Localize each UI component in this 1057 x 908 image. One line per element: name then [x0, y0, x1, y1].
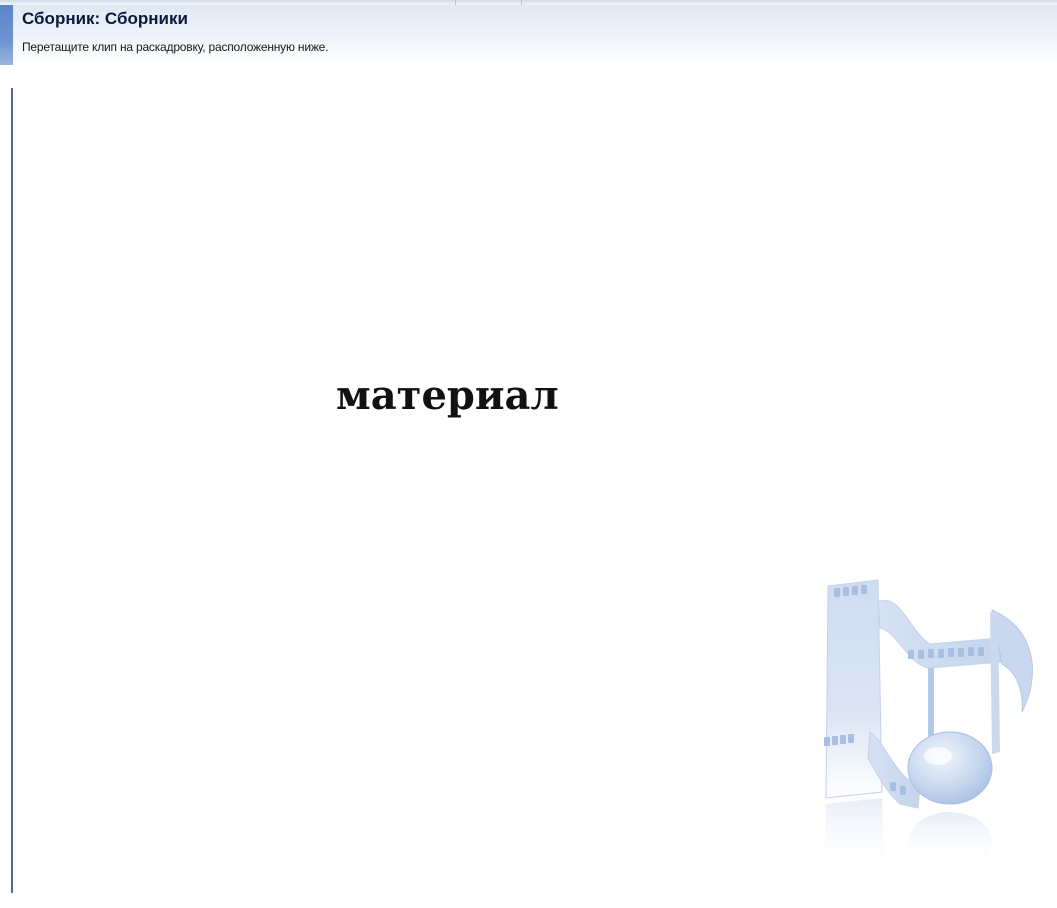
pane-instruction: Перетащите клип на раскадровку, располож…: [22, 40, 329, 54]
overlay-word: материал: [336, 372, 559, 419]
pane-title: Сборник: Сборники: [22, 9, 188, 28]
header-accent-bar: [0, 5, 13, 65]
collections-pane: Сборник: Сборники Перетащите клип на рас…: [0, 0, 1057, 908]
content-left-border: [11, 88, 13, 893]
film-music-note-icon: [824, 579, 1033, 878]
